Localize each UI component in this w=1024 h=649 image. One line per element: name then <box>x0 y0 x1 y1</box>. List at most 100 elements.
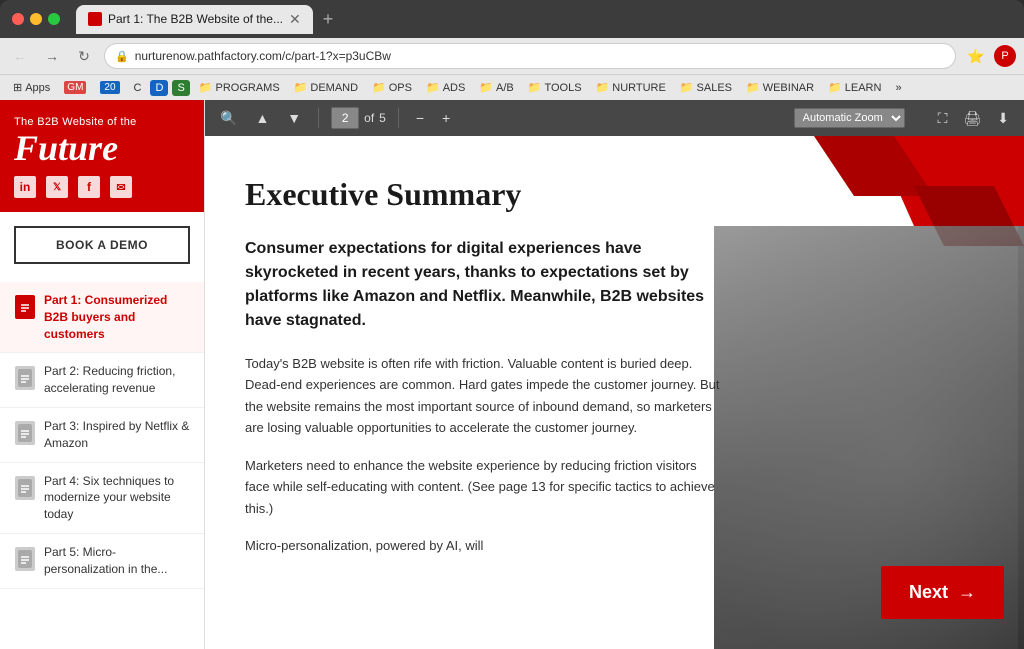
bookmark-learn[interactable]: 📁LEARN <box>823 79 886 96</box>
next-label: Next <box>909 582 948 603</box>
pdf-fullscreen-button[interactable]: ⛶ <box>933 107 953 130</box>
active-tab[interactable]: Part 1: The B2B Website of the... ✕ <box>76 5 313 34</box>
exec-body-paragraph-2: Marketers need to enhance the website ex… <box>245 455 722 519</box>
pdf-zoom-in-button[interactable]: + <box>437 107 455 129</box>
linkedin-icon[interactable]: in <box>14 176 36 198</box>
part3-label: Part 3: Inspired by Netflix & Amazon <box>44 418 190 452</box>
pdf-page: Executive Summary Consumer expectations … <box>205 136 1024 649</box>
url-text: nurturenow.pathfactory.com/c/part-1?x=p3… <box>135 49 945 63</box>
twitter-icon[interactable]: 𝕏 <box>46 176 68 198</box>
part5-icon <box>14 546 36 572</box>
sidebar-nav: Part 1: Consumerized B2B buyers and cust… <box>0 278 204 649</box>
pdf-icon-p5 <box>15 547 35 571</box>
tab-close-icon[interactable]: ✕ <box>289 11 301 28</box>
folder-icon: 📁 <box>199 81 213 94</box>
pdf-icon-active <box>15 295 35 319</box>
pdf-zoom-out-button[interactable]: − <box>411 107 429 129</box>
bookmark-webinar[interactable]: 📁WEBINAR <box>741 79 819 96</box>
bookmark-ops[interactable]: 📁OPS <box>367 79 417 96</box>
pdf-next-button[interactable]: ▼ <box>282 107 306 129</box>
pdf-zoom-select[interactable]: Automatic Zoom Actual Size Fit Page <box>794 108 905 128</box>
brand-tagline: The B2B Website of the <box>14 116 190 128</box>
sidebar-item-part2[interactable]: Part 2: Reducing friction, accelerating … <box>0 353 204 408</box>
part2-label: Part 2: Reducing friction, accelerating … <box>44 363 190 397</box>
pdf-icon-p3 <box>15 421 35 445</box>
bookmark-demand[interactable]: 📁DEMAND <box>289 79 363 96</box>
part4-icon <box>14 475 36 501</box>
profile-icon[interactable]: P <box>994 45 1016 67</box>
pdf-page-total: 5 <box>379 111 386 125</box>
pdf-viewer: 🔍 ▲ ▼ of 5 − + Automatic Zoom Actual Siz… <box>205 100 1024 649</box>
pdf-download-button[interactable]: ⬇ <box>992 107 1014 130</box>
new-tab-button[interactable]: + <box>317 9 340 30</box>
sidebar-header: The B2B Website of the Future in 𝕏 f ✉ <box>0 100 204 212</box>
tab-bar: Part 1: The B2B Website of the... ✕ + <box>76 5 1012 34</box>
facebook-icon[interactable]: f <box>78 176 100 198</box>
folder-icon-learn: 📁 <box>828 81 842 94</box>
nav-right-controls: ⭐ P <box>964 44 1016 68</box>
tab-favicon <box>88 12 102 26</box>
folder-icon-ops: 📁 <box>372 81 386 94</box>
back-button[interactable]: ← <box>8 44 32 68</box>
reload-button[interactable]: ↻ <box>72 44 96 68</box>
pdf-search-button[interactable]: 🔍 <box>215 107 242 130</box>
folder-icon-ads: 📁 <box>426 81 440 94</box>
brand-name: Future <box>14 130 190 166</box>
pdf-icon-p4 <box>15 476 35 500</box>
url-bar[interactable]: 🔒 nurturenow.pathfactory.com/c/part-1?x=… <box>104 43 956 69</box>
pdf-print-button[interactable]: 🖨 <box>958 107 986 130</box>
bookmark-programs[interactable]: 📁PROGRAMS <box>194 79 285 96</box>
pdf-icon-inactive <box>15 366 35 390</box>
pdf-separator-2 <box>398 108 399 128</box>
folder-icon-demand: 📁 <box>294 81 308 94</box>
bookmark-20[interactable]: 20 <box>95 79 124 96</box>
folder-icon-tools: 📁 <box>528 81 542 94</box>
sidebar: The B2B Website of the Future in 𝕏 f ✉ B… <box>0 100 205 649</box>
pdf-text-content: Executive Summary Consumer expectations … <box>205 136 762 613</box>
pdf-zoom-control: Automatic Zoom Actual Size Fit Page <box>794 108 905 128</box>
bookmark-tools[interactable]: 📁TOOLS <box>523 79 587 96</box>
pdf-prev-button[interactable]: ▲ <box>250 107 274 129</box>
pdf-content-area[interactable]: Executive Summary Consumer expectations … <box>205 136 1024 649</box>
tab-title: Part 1: The B2B Website of the... <box>108 12 283 26</box>
gm-icon: GM <box>64 81 86 94</box>
20-badge: 20 <box>100 81 119 94</box>
bookmark-more[interactable]: » <box>890 80 906 96</box>
sidebar-item-part3[interactable]: Part 3: Inspired by Netflix & Amazon <box>0 408 204 463</box>
sidebar-item-part1[interactable]: Part 1: Consumerized B2B buyers and cust… <box>0 282 204 353</box>
bookmark-ab[interactable]: 📁A/B <box>474 79 518 96</box>
part2-icon <box>14 365 36 391</box>
pdf-page-control: of 5 <box>331 107 386 129</box>
maximize-button[interactable] <box>48 13 60 25</box>
exec-body-paragraph-1: Today's B2B website is often rife with f… <box>245 353 722 439</box>
folder-icon-nurture: 📁 <box>596 81 610 94</box>
email-icon[interactable]: ✉ <box>110 176 132 198</box>
minimize-button[interactable] <box>30 13 42 25</box>
pdf-page-of: of <box>364 111 374 125</box>
bookmark-gm[interactable]: GM <box>59 79 91 96</box>
pdf-page-input[interactable] <box>331 107 359 129</box>
bookmark-s[interactable]: S <box>172 80 189 96</box>
exec-summary-title: Executive Summary <box>245 176 722 213</box>
folder-icon-webinar: 📁 <box>746 81 760 94</box>
browser-window: Part 1: The B2B Website of the... ✕ + ← … <box>0 0 1024 649</box>
exec-lead-paragraph: Consumer expectations for digital experi… <box>245 237 722 333</box>
bookmark-c[interactable]: C <box>129 80 147 96</box>
close-button[interactable] <box>12 13 24 25</box>
bookmark-d[interactable]: D <box>150 80 168 96</box>
forward-button[interactable]: → <box>40 44 64 68</box>
nav-bar: ← → ↻ 🔒 nurturenow.pathfactory.com/c/par… <box>0 38 1024 74</box>
pdf-toolbar: 🔍 ▲ ▼ of 5 − + Automatic Zoom Actual Siz… <box>205 100 1024 136</box>
part1-label: Part 1: Consumerized B2B buyers and cust… <box>44 292 190 342</box>
social-icons-group: in 𝕏 f ✉ <box>14 176 190 198</box>
bookmark-apps[interactable]: ⊞ Apps <box>8 79 55 96</box>
bookmark-ads[interactable]: 📁ADS <box>421 79 470 96</box>
extensions-icon[interactable]: ⭐ <box>964 44 988 68</box>
sidebar-item-part4[interactable]: Part 4: Six techniques to modernize your… <box>0 463 204 534</box>
book-demo-button[interactable]: BOOK A DEMO <box>14 226 190 264</box>
folder-icon-ab: 📁 <box>479 81 493 94</box>
bookmark-nurture[interactable]: 📁NURTURE <box>591 79 671 96</box>
sidebar-item-part5[interactable]: Part 5: Micro-personalization in the... <box>0 534 204 589</box>
next-button[interactable]: Next → <box>881 566 1004 619</box>
bookmark-sales[interactable]: 📁SALES <box>675 79 737 96</box>
